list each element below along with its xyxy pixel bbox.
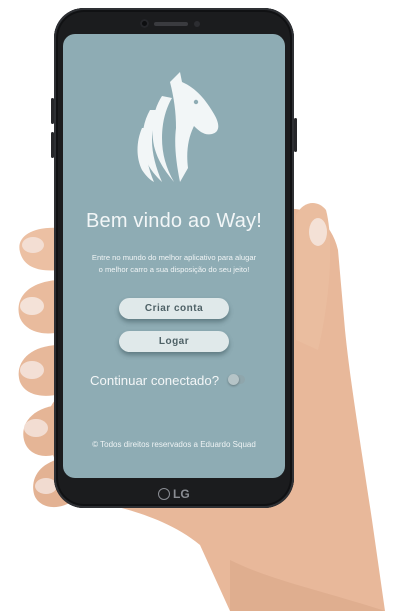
device-brand-logo: LG bbox=[158, 486, 190, 502]
power-button bbox=[294, 118, 297, 152]
login-button[interactable]: Logar bbox=[119, 331, 229, 352]
phone-device: Bem vindo ao Way! Entre no mundo do melh… bbox=[51, 8, 297, 508]
stay-connected-toggle[interactable] bbox=[228, 374, 245, 385]
volume-button bbox=[51, 98, 54, 124]
brand-label: LG bbox=[173, 487, 190, 501]
toggle-knob bbox=[228, 374, 239, 385]
stay-connected-label: Continuar conectado? bbox=[90, 373, 220, 388]
copyright-text: © Todos direitos reservados a Eduardo Sq… bbox=[92, 440, 256, 449]
proximity-sensor bbox=[194, 21, 200, 27]
app-screen: Bem vindo ao Way! Entre no mundo do melh… bbox=[63, 34, 285, 478]
welcome-title: Bem vindo ao Way! bbox=[85, 210, 263, 232]
create-account-button[interactable]: Criar conta bbox=[119, 298, 229, 319]
volume-button-lower bbox=[51, 132, 54, 158]
lg-logo-icon bbox=[158, 487, 170, 500]
stay-connected-row: Continuar conectado? bbox=[90, 372, 245, 388]
tagline-text: Entre no mundo do melhor aplicativo para… bbox=[91, 253, 257, 274]
earpiece-speaker bbox=[154, 22, 188, 26]
horse-head-icon bbox=[137, 72, 219, 182]
front-camera bbox=[140, 19, 149, 28]
